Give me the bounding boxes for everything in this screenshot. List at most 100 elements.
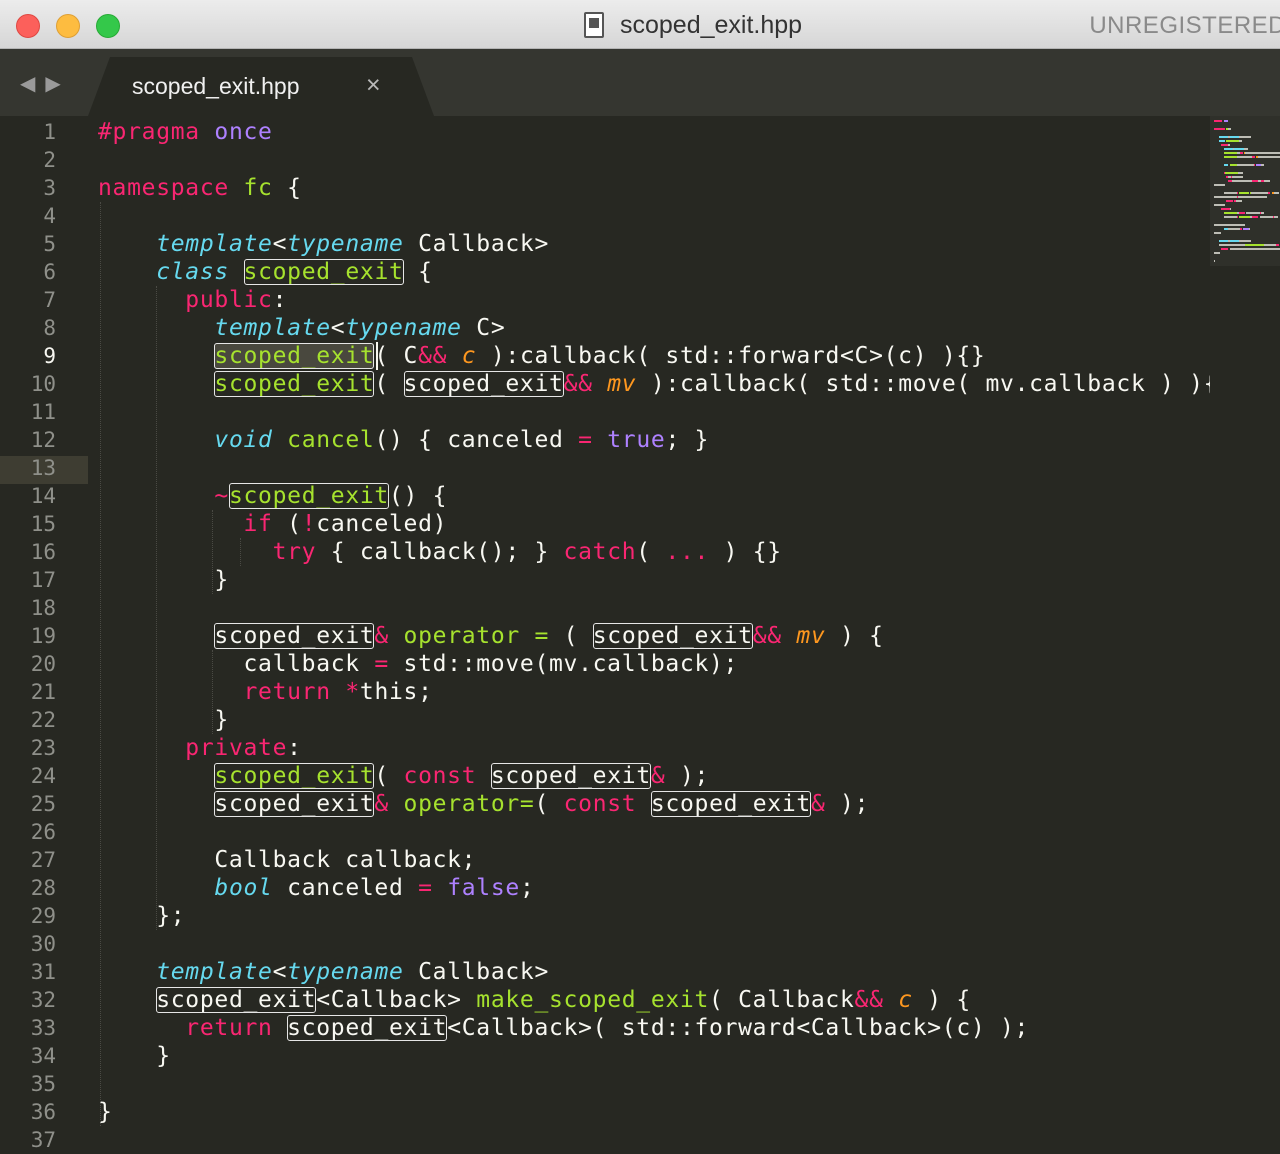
code-token: scoped_exit (156, 987, 317, 1013)
code-token: scoped_exit (214, 763, 375, 789)
code-token: c (898, 987, 913, 1013)
code-token: public (185, 287, 273, 313)
minimap-line (1214, 224, 1246, 226)
minimap-line (1214, 184, 1225, 186)
line-number: 22 (30, 708, 56, 732)
line-number: 8 (43, 316, 56, 340)
minimap-line (1239, 140, 1242, 142)
line-number: 12 (30, 428, 56, 452)
code-token: typename (287, 231, 404, 257)
minimap-line (1236, 216, 1238, 218)
code-token: scoped_exit (214, 791, 375, 817)
code-token: & (810, 791, 826, 817)
code-line: void cancel() { canceled = true; } (98, 426, 709, 454)
indent-guide (212, 650, 213, 734)
forward-arrow-icon[interactable]: ▶ (45, 73, 70, 95)
code-token: scoped_exit (243, 259, 404, 285)
code-line: try { callback(); } catch( ... ) {} (98, 538, 782, 566)
code-line: #pragma once (98, 118, 273, 146)
code-line: template<typename C> (98, 314, 505, 342)
indent-guide (212, 510, 213, 594)
line-number: 35 (30, 1072, 56, 1096)
code-token: scoped_exit (650, 791, 811, 817)
tab-label: scoped_exit.hpp (132, 73, 300, 99)
minimap-line (1276, 244, 1279, 246)
window-zoom-button[interactable] (96, 14, 120, 38)
code-editor[interactable]: #pragma once namespace fc { template<type… (98, 116, 1232, 1150)
minimap-line (1223, 120, 1229, 122)
minimap[interactable] (1210, 116, 1280, 1150)
minimap-line (1214, 252, 1220, 254)
minimap-line (1264, 244, 1277, 246)
minimap-line (1268, 192, 1271, 194)
line-number: 25 (30, 792, 56, 816)
code-token: this; (359, 679, 433, 705)
code-token: mv (796, 623, 826, 649)
code-token: * (345, 679, 360, 705)
code-token: ; } (665, 427, 710, 453)
code-line: bool canceled = false; (98, 874, 535, 902)
code-token: } (98, 1043, 171, 1069)
line-number: 19 (30, 624, 56, 648)
window-minimize-button[interactable] (56, 14, 80, 38)
code-line: callback = std::move(mv.callback); (98, 650, 738, 678)
line-number: 34 (30, 1044, 56, 1068)
tab-scoped-exit-hpp[interactable]: scoped_exit.hpp × (88, 57, 434, 116)
line-number: 6 (43, 260, 56, 284)
title-bar: scoped_exit.hpp UNREGISTERED (0, 0, 1280, 49)
code-token: return (243, 679, 331, 705)
line-number: 36 (30, 1100, 56, 1124)
minimap-line (1232, 244, 1246, 246)
line-number: 26 (30, 820, 56, 844)
code-token: scoped_exit (592, 623, 753, 649)
code-token: }; (98, 903, 186, 929)
code-token: const (563, 791, 637, 817)
minimap-line (1240, 152, 1243, 154)
code-token: ) {} (709, 539, 782, 565)
code-token: mv (607, 371, 637, 397)
back-arrow-icon[interactable]: ◀ (20, 73, 45, 95)
minimap-line (1218, 240, 1229, 242)
code-token: = (578, 427, 593, 453)
code-token: canceled) (316, 511, 448, 537)
line-number: 16 (30, 540, 56, 564)
minimap-line (1253, 164, 1255, 166)
minimap-line (1226, 200, 1234, 202)
line-number: 27 (30, 848, 56, 872)
code-token: ~ (214, 483, 229, 509)
code-token: { callback(); } (316, 539, 564, 565)
minimap-line (1245, 152, 1280, 154)
line-number: 15 (30, 512, 56, 536)
minimap-line (1223, 148, 1234, 150)
minimap-line (1226, 140, 1240, 142)
line-number: 23 (30, 736, 56, 760)
code-token: ) { (825, 623, 884, 649)
code-token: = (534, 623, 550, 649)
code-token: () { canceled (374, 427, 579, 453)
minimap-line (1221, 144, 1229, 146)
minimap-line (1214, 204, 1225, 206)
tab-close-icon[interactable]: × (366, 71, 381, 100)
window-close-button[interactable] (16, 14, 40, 38)
code-token: true (607, 427, 666, 453)
minimap-line (1234, 148, 1244, 150)
code-line: scoped_exit( C&& c ):callback( std::forw… (98, 342, 985, 370)
code-token: Callback callback; (98, 847, 477, 873)
minimap-line (1236, 192, 1238, 194)
unregistered-label: UNREGISTERED (1089, 12, 1280, 39)
line-number: 24 (30, 764, 56, 788)
code-token: scoped_exit (214, 371, 375, 397)
minimap-line (1274, 216, 1278, 218)
line-number: 3 (43, 176, 56, 200)
code-token: <Callback> (316, 987, 477, 1013)
